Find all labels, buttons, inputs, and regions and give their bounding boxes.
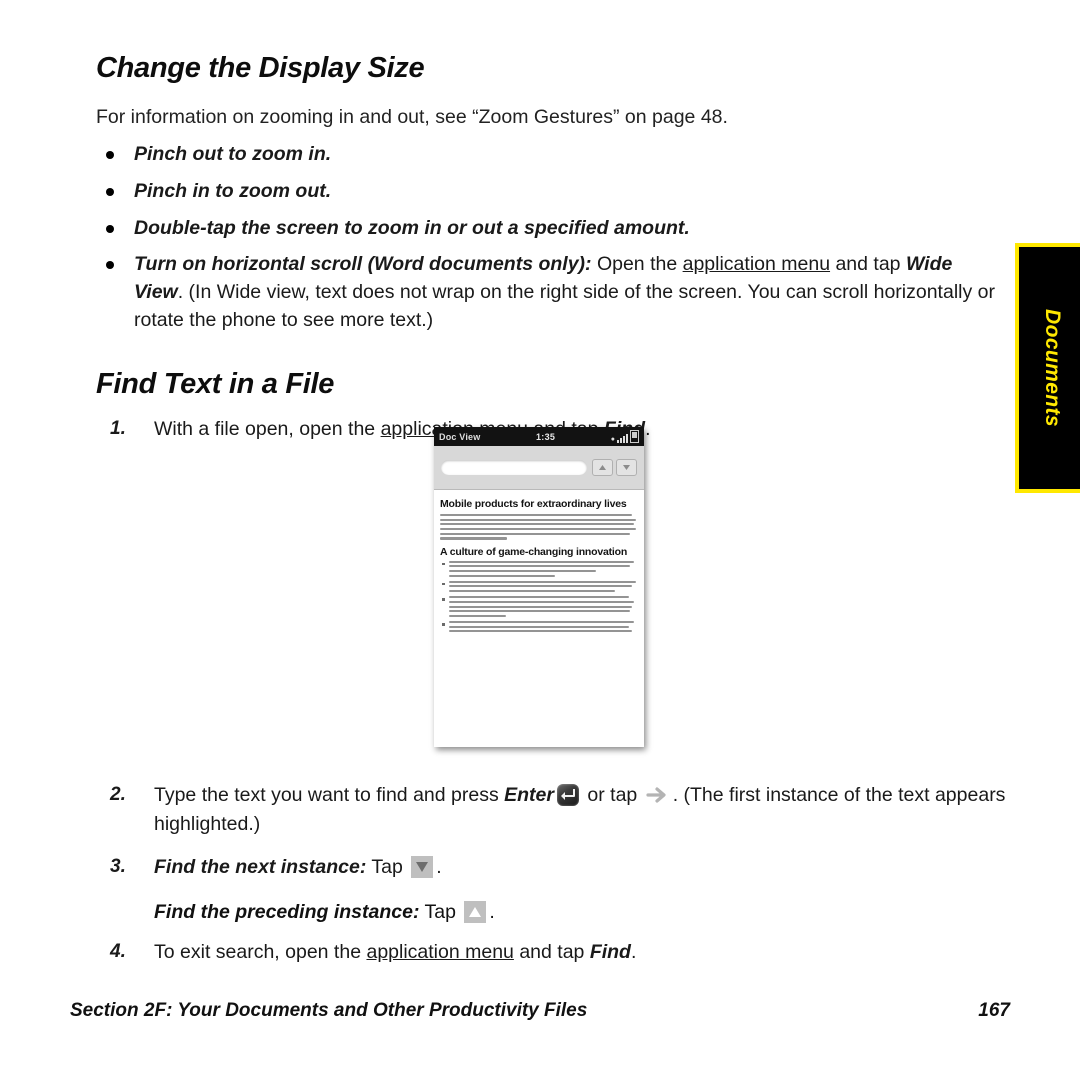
footer-section-text: Section 2F: Your Documents and Other Pro… (70, 1000, 588, 1021)
page-title-find-text-in-a-file: Find Text in a File (96, 368, 335, 401)
application-menu-link[interactable]: application menu (366, 941, 513, 963)
bullet-dot-icon (106, 224, 114, 233)
page-title-change-display-size: Change the Display Size (96, 52, 425, 84)
find-next-emphasis: Find the next instance: (154, 856, 367, 879)
bullet-text-a: Open the (591, 253, 683, 276)
side-tab-label: Documents (1041, 309, 1064, 427)
list-item: Pinch in to zoom out. (96, 178, 1006, 206)
phone-find-next-button[interactable] (616, 459, 637, 476)
display-size-bullet-list: Pinch out to zoom in. Pinch in to zoom o… (96, 141, 1006, 334)
phone-find-prev-button[interactable] (592, 459, 613, 476)
bullet-dot-icon (106, 261, 114, 270)
down-triangle-icon (411, 856, 434, 879)
phone-clock: 1:35 (536, 431, 556, 442)
phone-status-bar: Doc View 1:35 ● (434, 427, 644, 446)
step-number: 2. (110, 783, 126, 805)
phone-find-bar (434, 446, 644, 490)
list-item (440, 621, 638, 633)
list-item: Pinch out to zoom in. (96, 141, 1006, 169)
right-arrow-icon (646, 785, 670, 805)
find-emphasis: Find (589, 940, 631, 963)
phone-status-icons: ● (611, 430, 639, 443)
signal-bars-icon (617, 433, 628, 443)
application-menu-link[interactable]: application menu (683, 253, 830, 275)
enter-emphasis: Enter (504, 783, 554, 806)
step-text-a: With a file open, open the (154, 418, 381, 441)
step-text-b: or tap (581, 783, 643, 806)
phone-find-input[interactable] (441, 460, 587, 475)
phone-doc-bullet-list (440, 560, 638, 633)
phone-doc-heading-1: Mobile products for extraordinary lives (440, 498, 627, 510)
list-item-step-4: 4. To exit search, open the application m… (96, 938, 1006, 967)
document-page: Documents Change the Display Size For in… (0, 0, 1080, 1080)
step-text-a: To exit search, open the (154, 940, 367, 963)
list-item: Turn on horizontal scroll (Word document… (96, 251, 1006, 334)
step-text-b: and tap (513, 940, 590, 963)
list-item: Double-tap the screen to zoom in or out … (96, 215, 1006, 243)
step-text-a: Tap (366, 856, 409, 879)
list-item (440, 596, 638, 617)
phone-doc-heading-2: A culture of game-changing innovation (440, 545, 628, 558)
phone-doc-paragraph (440, 514, 638, 540)
footer-page-number: 167 (978, 1000, 1010, 1021)
bullet-text-b: and tap (830, 253, 906, 276)
list-item (440, 580, 638, 593)
battery-icon (630, 430, 639, 443)
find-preceding-instance-line: Find the preceding instance: Tap . (96, 898, 1006, 927)
find-preceding-emphasis: Find the preceding instance: (154, 901, 420, 924)
side-tab-documents: Documents (1015, 243, 1080, 493)
bullet-text-c: . (In Wide view, text does not wrap on t… (134, 281, 995, 331)
step-number: 4. (110, 940, 126, 962)
step-text-a: Type the text you want to find and press (154, 783, 505, 806)
step-text-c: . (645, 418, 651, 441)
step-text-b: . (436, 856, 442, 879)
list-item-step-2: 2. Type the text you want to find and pre… (96, 781, 1006, 840)
bullet-text: Double-tap the screen to zoom in or out … (134, 216, 690, 239)
phone-find-buttons (592, 459, 637, 476)
list-item (440, 560, 638, 577)
step-text-c: . (630, 940, 637, 963)
bullet-lead: Turn on horizontal scroll (Word document… (134, 253, 592, 276)
page-footer: Section 2F: Your Documents and Other Pro… (70, 1000, 1010, 1022)
enter-key-icon (556, 783, 579, 806)
intro-paragraph: For information on zooming in and out, s… (96, 106, 728, 128)
phone-screenshot-figure: Doc View 1:35 ● Mobile products for extr… (434, 427, 644, 747)
sub-line-text-b: . (489, 901, 495, 924)
bullet-dot-icon (106, 151, 114, 160)
up-triangle-icon (464, 901, 487, 924)
step-number: 1. (110, 418, 126, 440)
bullet-dot-icon (106, 187, 114, 196)
phone-doc-fade (434, 733, 644, 747)
sub-line-text-a: Tap (419, 901, 462, 924)
phone-document-body: Mobile products for extraordinary lives … (434, 490, 644, 747)
bullet-text: Pinch out to zoom in. (134, 143, 332, 166)
phone-app-name: Doc View (439, 431, 481, 442)
step-number: 3. (110, 856, 126, 878)
network-indicator-icon: ● (610, 436, 615, 443)
find-text-step-list-end: 4. To exit search, open the application m… (96, 938, 1006, 967)
bullet-text: Pinch in to zoom out. (134, 179, 332, 202)
list-item-step-3: 3. Find the next instance: Tap . (96, 853, 1006, 882)
find-text-step-list-continued: 2. Type the text you want to find and pre… (96, 781, 1006, 883)
